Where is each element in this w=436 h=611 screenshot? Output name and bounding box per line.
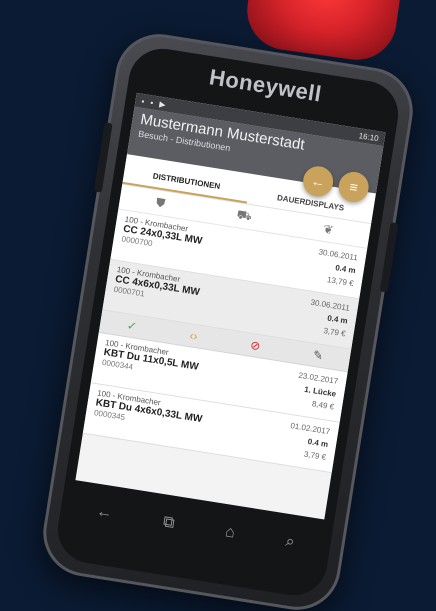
handheld-device: Honeywell ▪ ▪ ▶ 16:10 Mustermann Musters… <box>36 27 420 611</box>
message-icon: ▪ <box>149 97 155 108</box>
photo-scene: Honeywell ▪ ▪ ▶ 16:10 Mustermann Musters… <box>0 0 436 611</box>
badge-icon[interactable]: ⛊ <box>155 195 166 211</box>
search-icon[interactable]: ⌕ <box>284 533 296 552</box>
notification-icon: ▪ <box>140 96 146 106</box>
home-icon[interactable]: ⌂ <box>224 523 236 542</box>
leaf-icon[interactable]: ❦ <box>322 222 334 237</box>
menu-icon: ≡ <box>348 178 359 196</box>
nav-back-icon[interactable]: ← <box>95 503 113 523</box>
recent-apps-icon[interactable]: ⧉ <box>162 513 176 533</box>
code-icon[interactable]: ‹› <box>189 328 199 343</box>
arrow-left-icon: ← <box>309 172 327 191</box>
status-time: 16:10 <box>358 130 380 143</box>
edit-icon[interactable]: ✎ <box>312 348 324 363</box>
truck-icon[interactable]: ⛟ <box>235 207 253 225</box>
play-icon: ▶ <box>158 99 167 109</box>
check-icon[interactable]: ✓ <box>126 318 138 333</box>
block-icon[interactable]: ⊘ <box>249 338 261 353</box>
